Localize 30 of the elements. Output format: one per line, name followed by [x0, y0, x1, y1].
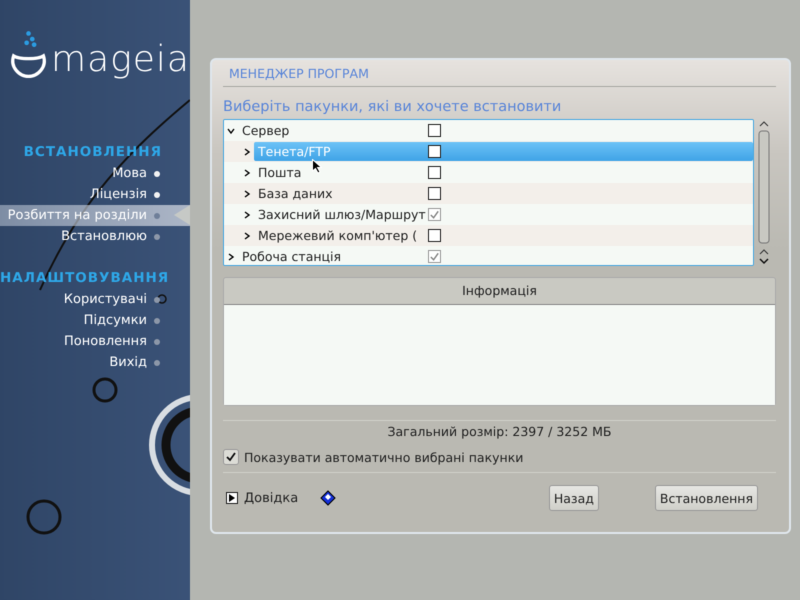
- tree-item[interactable]: Пошта: [254, 163, 753, 182]
- checkbox-label: Показувати автоматично вибрані пакунки: [244, 450, 524, 464]
- step-item: Ліцензія: [0, 184, 190, 205]
- checkbox[interactable]: [223, 449, 239, 465]
- step-item: Підсумки: [0, 310, 190, 331]
- step-item: Встановлюю: [0, 226, 190, 247]
- step-item: Вихід: [0, 352, 190, 373]
- tree-item[interactable]: Захисний шлюз/Маршрут: [254, 205, 753, 224]
- help-label[interactable]: Довідка: [244, 490, 298, 506]
- checkbox[interactable]: [428, 187, 441, 200]
- checkbox[interactable]: [428, 166, 441, 179]
- tree-item[interactable]: Сервер: [238, 121, 753, 140]
- logo-text: mageia: [51, 40, 190, 80]
- total-size-text: Загальний розмір: 2397 / 3252 МБ: [223, 420, 776, 441]
- prompt-text: Виберіть пакунки, які ви хочете встановити: [223, 98, 562, 117]
- checkbox[interactable]: [428, 145, 441, 158]
- panel-title: МЕНЕДЖЕР ПРОГРАМ: [223, 64, 776, 87]
- install-button[interactable]: Встановлення: [654, 485, 758, 511]
- back-button[interactable]: Назад: [548, 485, 599, 511]
- step-item: Поновлення: [0, 331, 190, 352]
- checkbox[interactable]: [428, 229, 441, 242]
- step-item: Користувачі: [0, 289, 190, 310]
- scrollbar[interactable]: [756, 119, 772, 267]
- checkbox[interactable]: [428, 124, 441, 137]
- floppy-icon[interactable]: [320, 490, 336, 506]
- checkbox[interactable]: [428, 208, 441, 221]
- checkbox[interactable]: [428, 250, 441, 263]
- tree-item[interactable]: Робоча станція: [238, 247, 753, 265]
- step-item: Мова: [0, 163, 190, 184]
- expander-icon[interactable]: [226, 492, 238, 504]
